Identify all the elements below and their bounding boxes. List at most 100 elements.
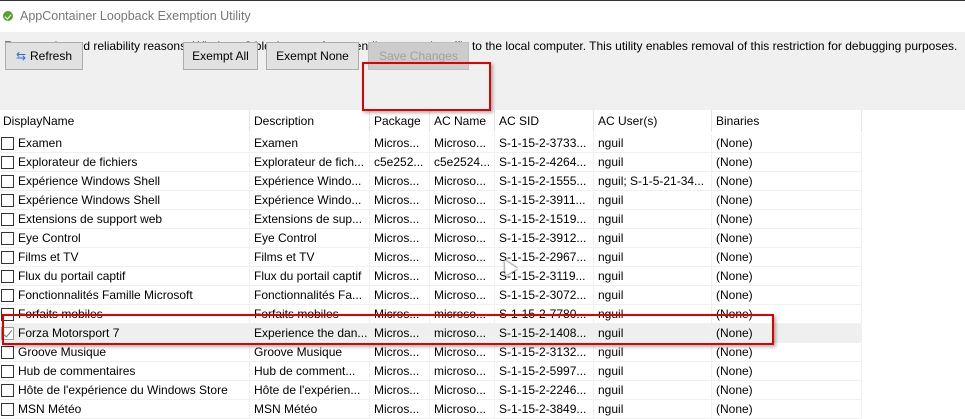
cell-ac-user-s: nguil (594, 362, 712, 381)
cell-package: Micros... (370, 191, 430, 210)
table-row[interactable]: MSN Météo MSN Météo Micros... Microso... S-1… (0, 400, 862, 419)
cell-ac-name: Microso... (430, 191, 495, 210)
cell-description: Expérience Windo... (250, 172, 370, 191)
cell-ac-name: Microso... (430, 400, 495, 419)
cell-description: Hôte de l'expérien... (250, 381, 370, 400)
cell-ac-name: Microso... (430, 210, 495, 229)
cell-ac-name: Microso... (430, 267, 495, 286)
column-header-package[interactable]: Package (370, 110, 430, 132)
cell-ac-name: microso... (430, 362, 495, 381)
table-row[interactable]: Hub de commentaires Hub de comment... Micr… (0, 362, 862, 381)
cell-description: Forfaits mobiles (250, 305, 370, 324)
table-row[interactable]: Eye Control Eye Control Micros... Microso..… (0, 229, 862, 248)
column-header-ac-name[interactable]: AC Name (430, 110, 495, 132)
cell-ac-user-s: nguil (594, 248, 712, 267)
cell-ac-name: Microso... (430, 248, 495, 267)
cell-ac-user-s: nguil (594, 229, 712, 248)
table-row[interactable]: Explorateur de fichiers Explorateur de fi… (0, 153, 862, 172)
cell-displayname: Expérience Windows Shell (0, 191, 250, 210)
cell-displayname: Eye Control (0, 229, 250, 248)
cell-ac-sid: S-1-15-2-3912... (495, 229, 594, 248)
cell-displayname: Forfaits mobiles (0, 305, 250, 324)
table-row[interactable]: Films et TV Films et TV Micros... Microso..… (0, 248, 862, 267)
cell-ac-user-s: nguil (594, 324, 712, 343)
cell-ac-sid: S-1-15-2-3849... (495, 400, 594, 419)
cell-ac-user-s: nguil (594, 400, 712, 419)
cell-ac-user-s: nguil (594, 134, 712, 153)
table-row[interactable]: Forfaits mobiles Forfaits mobiles Micros..… (0, 305, 862, 324)
cell-ac-sid: S-1-15-2-2246... (495, 381, 594, 400)
cell-displayname: Expérience Windows Shell (0, 172, 250, 191)
cell-package: Micros... (370, 172, 430, 191)
cell-binaries: (None) (712, 267, 862, 286)
cell-package: Micros... (370, 134, 430, 153)
cell-package: Micros... (370, 229, 430, 248)
cell-binaries: (None) (712, 248, 862, 267)
table-row[interactable]: Examen Examen Micros... Microso... S-1-15-2-… (0, 134, 862, 153)
cell-ac-name: microso... (430, 305, 495, 324)
cell-binaries: (None) (712, 210, 862, 229)
table-row[interactable]: Extensions de support web Extensions de s… (0, 210, 862, 229)
cell-binaries: (None) (712, 191, 862, 210)
cell-description: Expérience Windo... (250, 191, 370, 210)
info-panel: For security and reliability reasons, Wi… (0, 32, 965, 110)
save-changes-button[interactable]: Save Changes (368, 42, 469, 70)
table-row[interactable]: Expérience Windows Shell Expérience Windo… (0, 191, 862, 210)
cell-ac-sid: S-1-15-2-1555... (495, 172, 594, 191)
table-row[interactable]: Groove Musique Groove Musique Micros... Mic… (0, 343, 862, 362)
column-header-binaries[interactable]: Binaries (712, 110, 862, 132)
cell-ac-name: Microso... (430, 381, 495, 400)
table-row[interactable]: Expérience Windows Shell Expérience Windo… (0, 172, 862, 191)
cell-ac-user-s: nguil (594, 286, 712, 305)
column-header-ac-sid[interactable]: AC SID (495, 110, 594, 132)
cell-ac-sid: S-1-15-2-1408... (495, 324, 594, 343)
table-row[interactable]: Hôte de l'expérience du Windows Store Hôt… (0, 381, 862, 400)
table-row[interactable]: Fonctionnalités Famille Microsoft Fonctio… (0, 286, 862, 305)
cell-ac-user-s: nguil (594, 153, 712, 172)
window-title: AppContainer Loopback Exemption Utility (20, 9, 251, 23)
cell-ac-sid: S-1-15-2-3911... (495, 191, 594, 210)
exempt-all-button[interactable]: Exempt All (183, 42, 258, 70)
grid-header: DisplayName Description Package AC Name AC S… (0, 110, 862, 132)
cell-description: Flux du portail captif (250, 267, 370, 286)
refresh-icon: ⇆ (15, 49, 27, 63)
cell-description: Examen (250, 134, 370, 153)
cell-package: Micros... (370, 400, 430, 419)
exempt-none-button[interactable]: Exempt None (266, 42, 359, 70)
cell-ac-sid: S-1-15-2-3733... (495, 134, 594, 153)
cell-binaries: (None) (712, 134, 862, 153)
cell-binaries: (None) (712, 229, 862, 248)
cell-displayname: Forza Motorsport 7 (0, 324, 250, 343)
table-row[interactable]: Forza Motorsport 7 Experience the dan... M… (0, 324, 862, 343)
cell-description: Films et TV (250, 248, 370, 267)
cell-displayname: Hôte de l'expérience du Windows Store (0, 381, 250, 400)
cell-binaries: (None) (712, 362, 862, 381)
cell-ac-name: Microso... (430, 229, 495, 248)
cell-description: Eye Control (250, 229, 370, 248)
cell-description: Hub de comment... (250, 362, 370, 381)
cell-binaries: (None) (712, 343, 862, 362)
cell-binaries: (None) (712, 153, 862, 172)
refresh-button[interactable]: ⇆ Refresh (5, 42, 83, 70)
cell-description: Experience the dan... (250, 324, 370, 343)
cell-package: Micros... (370, 362, 430, 381)
cell-displayname: Groove Musique (0, 343, 250, 362)
cell-package: Micros... (370, 210, 430, 229)
cell-package: Micros... (370, 286, 430, 305)
cell-package: Micros... (370, 267, 430, 286)
cell-ac-name: Microso... (430, 343, 495, 362)
table-row[interactable]: Flux du portail captif Flux du portail ca… (0, 267, 862, 286)
column-header-ac-user-s[interactable]: AC User(s) (594, 110, 712, 132)
cell-description: Explorateur de fich... (250, 153, 370, 172)
cell-package: Micros... (370, 248, 430, 267)
cell-ac-user-s: nguil; S-1-5-21-34... (594, 172, 712, 191)
column-header-description[interactable]: Description (250, 110, 370, 132)
column-header-displayname[interactable]: DisplayName (0, 110, 250, 132)
cell-ac-user-s: nguil (594, 267, 712, 286)
cell-binaries: (None) (712, 400, 862, 419)
cell-binaries: (None) (712, 381, 862, 400)
cell-package: Micros... (370, 343, 430, 362)
cell-displayname: Fonctionnalités Famille Microsoft (0, 286, 250, 305)
cell-description: Extensions de sup... (250, 210, 370, 229)
cell-binaries: (None) (712, 172, 862, 191)
